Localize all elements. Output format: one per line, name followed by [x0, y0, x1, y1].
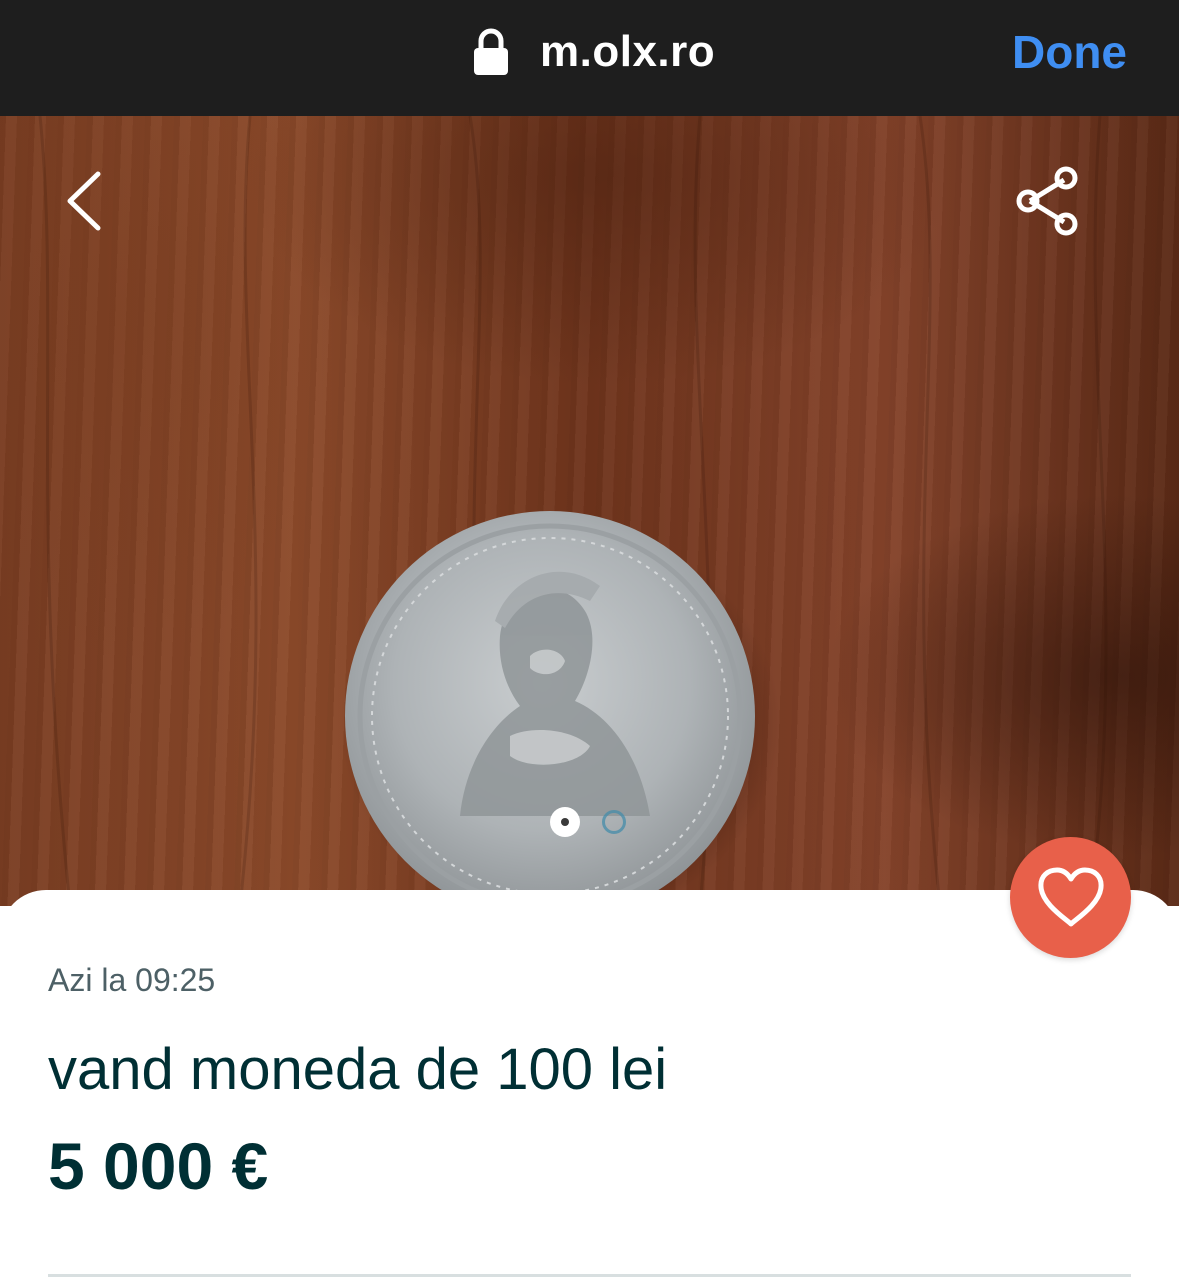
done-button[interactable]: Done [1012, 22, 1127, 82]
pagination-dot[interactable] [602, 810, 626, 834]
posted-time: Azi la 09:25 [48, 962, 216, 998]
gallery-pagination [550, 806, 626, 838]
share-icon [1016, 166, 1078, 236]
pagination-dot-active[interactable] [550, 807, 580, 837]
url-text: m.olx.ro [540, 27, 716, 76]
favorite-button[interactable] [1010, 837, 1131, 958]
share-button[interactable] [1008, 166, 1088, 236]
heart-icon [1037, 867, 1104, 926]
coin-photo [38, 116, 1108, 906]
listing-title: vand moneda de 100 lei [48, 1037, 668, 1102]
listing-photo-gallery[interactable] [0, 116, 1179, 906]
divider [48, 1274, 1131, 1277]
lock-icon [474, 28, 508, 75]
browser-top-bar: m.olx.ro Done [0, 0, 1179, 116]
url-display[interactable]: m.olx.ro [472, 24, 715, 80]
chevron-left-icon [67, 171, 101, 231]
back-button[interactable] [50, 166, 120, 236]
listing-price: 5 000 € [48, 1129, 269, 1203]
